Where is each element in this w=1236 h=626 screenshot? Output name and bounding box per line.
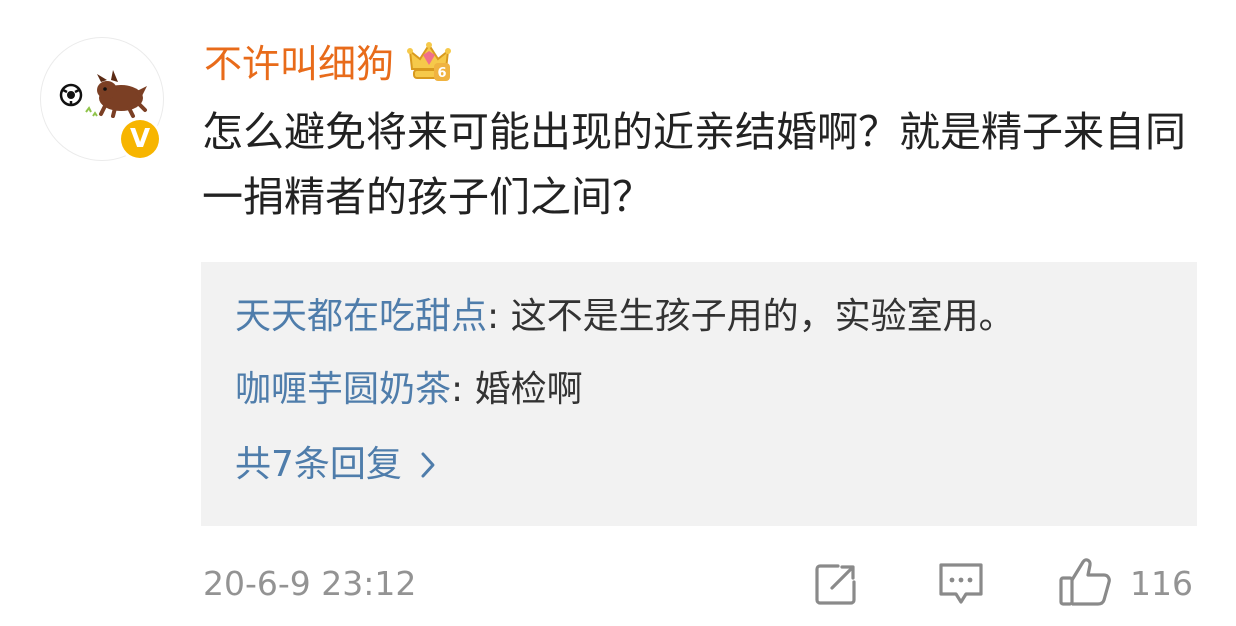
thumbs-up-icon[interactable] bbox=[1057, 554, 1113, 610]
view-all-replies-link[interactable]: 共7条回复 bbox=[235, 440, 436, 490]
reply-author[interactable]: 咖喱芋圆奶茶 bbox=[235, 369, 451, 410]
vip-crown-icon[interactable]: 6 bbox=[406, 39, 452, 85]
reply-author[interactable]: 天天都在吃甜点 bbox=[235, 296, 487, 337]
reply-item[interactable]: 咖喱芋圆奶茶: 婚检啊 bbox=[235, 365, 583, 415]
comment-icon[interactable] bbox=[936, 560, 986, 608]
verified-badge: V bbox=[118, 117, 162, 161]
comment-text: 怎么避免将来可能出现的近亲结婚啊？就是精子来自同一捐精者的孩子们之间？ bbox=[202, 108, 1186, 221]
chevron-right-icon bbox=[421, 452, 435, 478]
reply-text: 这不是生孩子用的，实验室用。 bbox=[510, 296, 1015, 337]
view-all-replies-label: 共7条回复 bbox=[235, 444, 402, 485]
verified-v-icon: V bbox=[121, 120, 159, 158]
share-edit-icon[interactable] bbox=[812, 560, 860, 608]
reply-separator: : bbox=[451, 369, 475, 410]
reply-separator: : bbox=[487, 296, 511, 337]
username[interactable]: 不许叫细狗 bbox=[204, 36, 394, 92]
timestamp: 20-6-9 23:12 bbox=[203, 564, 417, 603]
username-row: 不许叫细狗 6 bbox=[204, 36, 452, 92]
like-count: 116 bbox=[1130, 564, 1193, 603]
reply-preview-box[interactable]: 天天都在吃甜点: 这不是生孩子用的，实验室用。 咖喱芋圆奶茶: 婚检啊 共7条回… bbox=[201, 262, 1197, 526]
reply-text: 婚检啊 bbox=[474, 369, 583, 410]
reply-item[interactable]: 天天都在吃甜点: 这不是生孩子用的，实验室用。 bbox=[235, 292, 1015, 342]
vip-level: 6 bbox=[437, 66, 446, 81]
